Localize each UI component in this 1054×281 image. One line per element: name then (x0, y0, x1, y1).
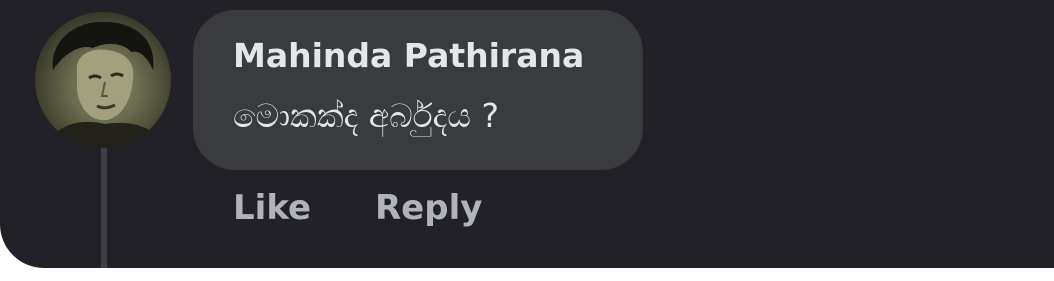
comment-panel: Mahinda Pathirana මොකක්ද අර්බුදය ? Like … (0, 0, 1054, 268)
comment-text: මොකක්ද අර්බුදය ? (233, 96, 500, 135)
like-button[interactable]: Like (233, 188, 311, 228)
comment-bubble (193, 10, 643, 170)
reply-button[interactable]: Reply (375, 188, 482, 228)
comment-author-name[interactable]: Mahinda Pathirana (233, 36, 584, 75)
profile-photo-icon (45, 21, 165, 148)
reply-thread-line (101, 140, 107, 268)
avatar[interactable] (35, 12, 171, 148)
